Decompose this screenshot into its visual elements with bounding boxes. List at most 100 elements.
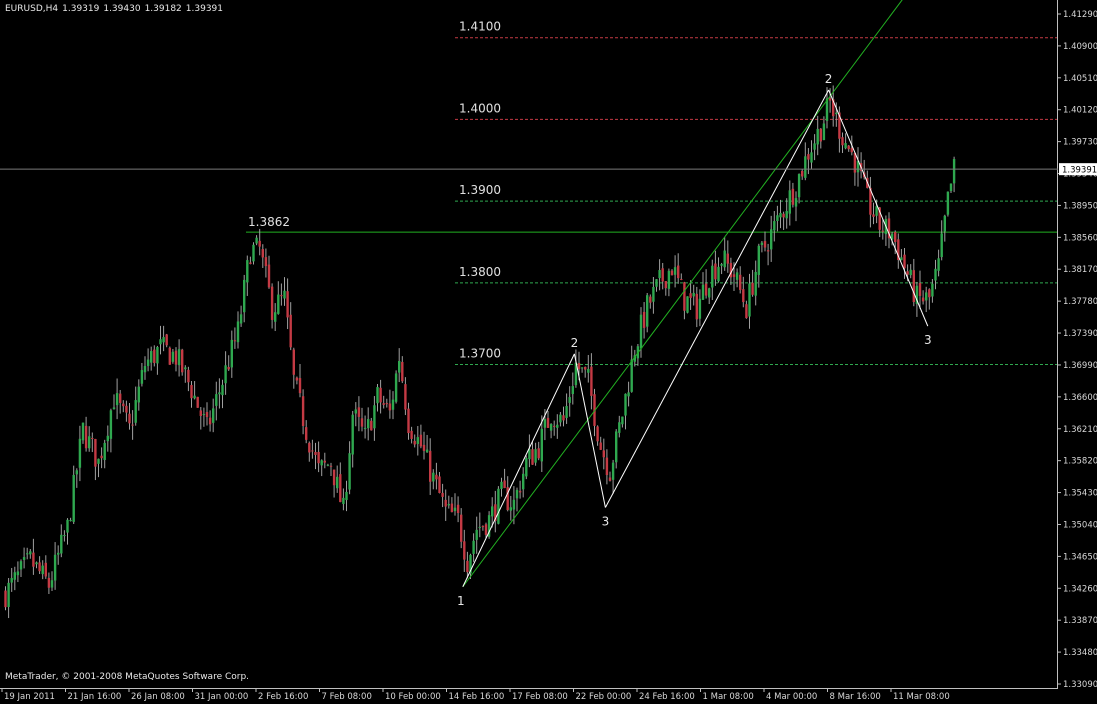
candle-body	[940, 233, 943, 258]
open-value: 1.39319	[62, 4, 100, 14]
candle-body	[701, 284, 705, 300]
price-chart[interactable]: 1.4100 1.4000 1.3900 1.3800 1.3700 1.3862 1 2 3…	[0, 0, 1097, 704]
candle-body	[711, 265, 714, 288]
x-tick-label: 8 Mar 16:00	[830, 692, 881, 702]
candle-body	[100, 455, 103, 459]
candle-body	[587, 368, 590, 373]
candle-body	[822, 123, 826, 141]
candle-body	[143, 366, 147, 373]
y-tick-label: 1.36210	[1063, 425, 1097, 435]
candle-body	[385, 403, 388, 405]
candle-body	[906, 271, 909, 275]
candle-body	[543, 419, 547, 428]
current-price-label: 1.39391	[1062, 166, 1097, 176]
candle-body	[301, 396, 305, 427]
candle-body	[233, 340, 237, 342]
candle-body	[295, 377, 299, 381]
candle-body	[444, 499, 447, 507]
candle-body	[723, 250, 726, 268]
y-tick-label: 1.38950	[1063, 201, 1097, 211]
candle-body	[931, 283, 934, 297]
candle-body	[698, 298, 702, 319]
candle-body	[26, 553, 29, 555]
high-value: 1.39430	[103, 4, 141, 14]
candle-body	[571, 386, 574, 395]
candle-body	[909, 269, 912, 276]
x-tick-label: 19 Jan 2011	[4, 692, 55, 702]
candle-body	[354, 409, 357, 414]
candle-body	[286, 291, 289, 318]
x-tick-label: 11 Mar 08:00	[893, 692, 950, 702]
candle-body	[249, 262, 252, 264]
candle-body	[807, 154, 810, 160]
candle-body	[441, 492, 444, 497]
y-tick-label: 1.40510	[1063, 74, 1097, 84]
candle-body	[171, 351, 175, 362]
candle-body	[596, 426, 599, 442]
candle-body	[50, 580, 54, 588]
level-label: 1.4000	[459, 101, 501, 115]
candle-body	[422, 444, 426, 451]
candle-body	[391, 399, 395, 410]
candle-body	[611, 462, 615, 480]
y-tick-label: 1.41290	[1063, 10, 1097, 20]
y-tick-label: 1.38170	[1063, 265, 1097, 275]
wave-label: 3	[602, 515, 610, 529]
candle-body	[735, 272, 739, 280]
x-tick-label: 14 Feb 16:00	[449, 692, 505, 702]
candle-body	[649, 296, 652, 303]
candle	[181, 348, 184, 376]
candle-body	[153, 349, 156, 363]
candle-body	[453, 507, 457, 512]
wave-label: 3	[924, 333, 932, 347]
candle-body	[568, 397, 571, 403]
candle-body	[828, 98, 832, 101]
candle-body	[345, 491, 348, 501]
candle-body	[512, 499, 516, 510]
candle-body	[277, 294, 280, 314]
candle-body	[88, 436, 91, 449]
candle-body	[686, 296, 689, 313]
candle-body	[509, 507, 512, 511]
candle-body	[559, 414, 562, 423]
candle-body	[515, 489, 519, 499]
candle-body	[615, 431, 618, 463]
candle-body	[13, 572, 16, 580]
candle-body	[401, 361, 404, 382]
candle-body	[425, 449, 429, 453]
candle-body	[934, 268, 937, 281]
candle-body	[918, 282, 922, 296]
candle-body	[835, 112, 838, 115]
candle-body	[363, 427, 367, 429]
candle-body	[134, 400, 137, 423]
candle-body	[549, 424, 553, 431]
candle-body	[624, 393, 627, 416]
candle-body	[608, 477, 612, 481]
x-tick-label: 10 Feb 00:00	[385, 692, 441, 702]
candle-body	[280, 295, 283, 297]
candle-body	[531, 449, 534, 465]
candle-body	[518, 490, 522, 493]
y-tick-label: 1.35040	[1063, 520, 1097, 530]
candle-body	[779, 212, 782, 218]
y-tick-label: 1.36990	[1063, 361, 1097, 371]
candle-body	[373, 405, 376, 429]
level-label: 1.3900	[459, 183, 501, 197]
candle-body	[732, 274, 736, 277]
candle-body	[199, 410, 202, 416]
candle-body	[407, 408, 410, 434]
close-value: 1.39391	[185, 4, 223, 14]
candle-body	[78, 438, 82, 468]
candle-body	[19, 561, 23, 570]
candle-body	[320, 460, 323, 466]
candle-body	[642, 311, 646, 328]
candle-body	[429, 450, 432, 482]
candle-body	[109, 410, 113, 439]
candle-body	[639, 314, 643, 349]
candle-body	[481, 526, 485, 528]
candle-body	[32, 552, 35, 567]
candle-body	[432, 472, 435, 482]
candle-body	[227, 366, 230, 370]
wave-label: 1	[457, 594, 465, 608]
y-tick-label: 1.37780	[1063, 297, 1097, 307]
